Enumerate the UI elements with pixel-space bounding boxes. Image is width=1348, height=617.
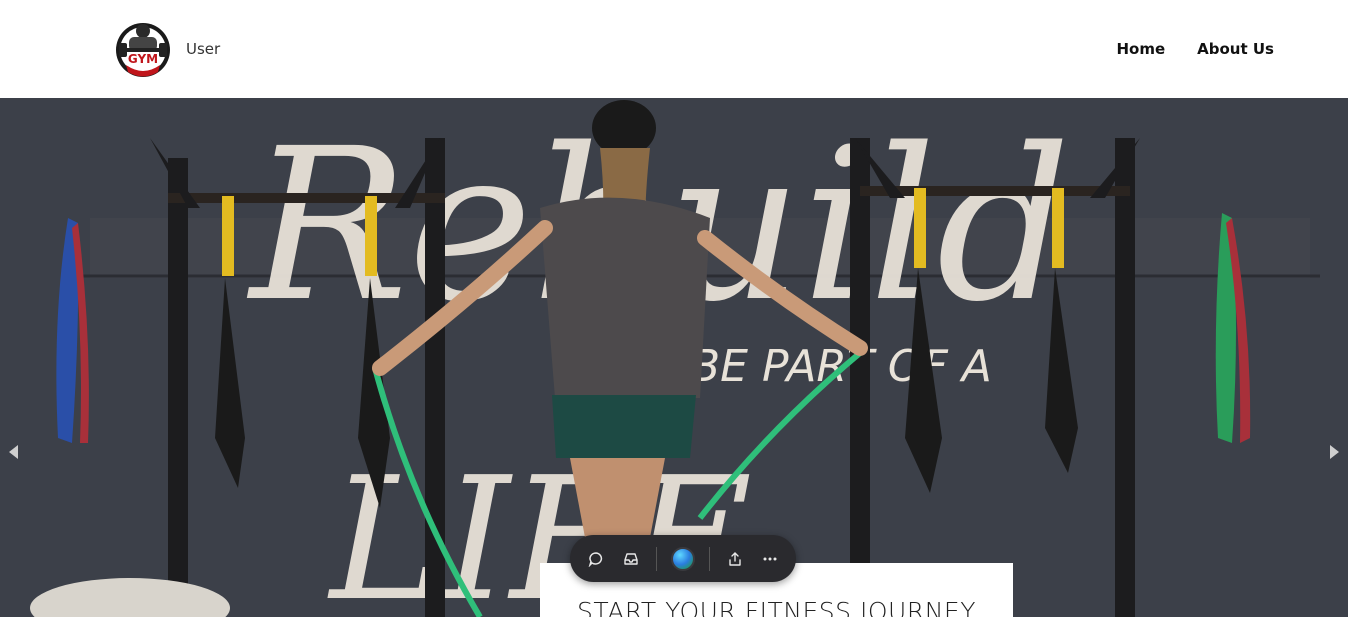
nav-about-us[interactable]: About Us: [1197, 40, 1274, 58]
nav-home[interactable]: Home: [1116, 40, 1165, 58]
caret-right-icon[interactable]: [1328, 443, 1342, 461]
hero-card-title: START YOUR FITNESS JOURNEY: [577, 597, 976, 617]
main-nav: Home About Us: [1116, 40, 1274, 58]
toolbar-divider: [708, 546, 710, 571]
top-navbar: GYM User Home About Us: [0, 0, 1348, 98]
share-icon[interactable]: [720, 543, 751, 575]
inbox-icon[interactable]: [615, 543, 646, 575]
gym-logo-icon[interactable]: GYM: [114, 17, 172, 79]
toolbar-divider: [656, 546, 658, 571]
floating-toolbar: [570, 535, 796, 582]
more-icon[interactable]: [755, 543, 786, 575]
comment-icon[interactable]: [580, 543, 611, 575]
avatar[interactable]: [667, 543, 698, 575]
user-label[interactable]: User: [186, 40, 220, 58]
svg-text:GYM: GYM: [128, 52, 158, 66]
caret-left-icon[interactable]: [6, 443, 20, 461]
